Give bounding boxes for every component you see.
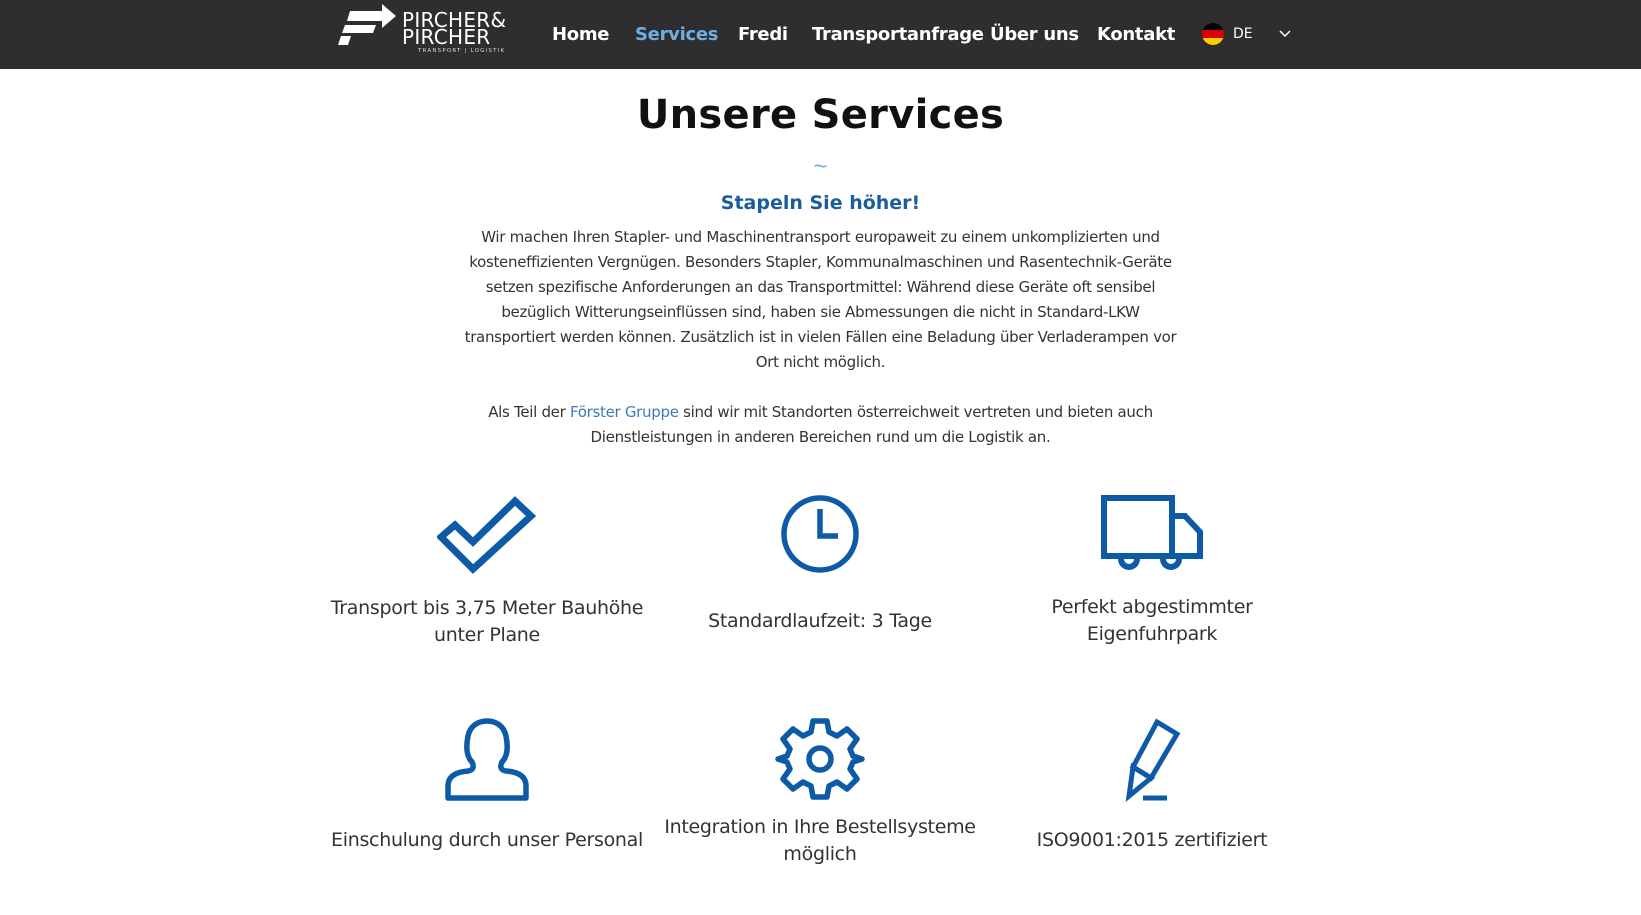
navbar: PIRCHER& PIRCHER TRANSPORT | LOGISTIK Ho… xyxy=(0,0,1641,69)
feature-item: ISO9001:2015 zertifiziert xyxy=(992,716,1312,854)
page-title: Unsere Services xyxy=(636,92,1005,138)
truck-icon xyxy=(1101,495,1203,570)
title-divider: ~ xyxy=(813,153,828,180)
feature-label: Integration in Ihre Bestellsysteme mögli… xyxy=(664,816,976,865)
person-icon xyxy=(445,718,529,801)
paragraph-2-text-start: Als Teil der xyxy=(488,403,570,421)
pencil-icon xyxy=(1125,718,1181,802)
foerster-gruppe-link[interactable]: Förster Gruppe xyxy=(570,403,679,421)
feature-item: Perfekt abgestimmter Eigenfuhrpark xyxy=(992,492,1312,648)
feature-label: Transport bis 3,75 Meter Bauhöhe unter P… xyxy=(330,597,644,646)
feature-item: Integration in Ihre Bestellsysteme mögli… xyxy=(660,716,980,868)
nav-item-home[interactable]: Home xyxy=(552,24,610,45)
language-code: DE xyxy=(1233,26,1253,42)
checkmark-icon xyxy=(437,496,537,574)
feature-item: Standardlaufzeit: 3 Tage xyxy=(660,492,980,635)
nav-item-transportanfrage[interactable]: Transportanfrage xyxy=(812,24,984,45)
logo-tagline: TRANSPORT | LOGISTIK xyxy=(418,48,506,54)
intro-text: Wir machen Ihren Stapler- und Maschinent… xyxy=(460,225,1181,475)
section-subtitle: Stapeln Sie höher! xyxy=(720,192,921,214)
logo-text-line2: PIRCHER xyxy=(402,25,491,49)
feature-label: Einschulung durch unser Personal xyxy=(331,829,643,851)
logo[interactable]: PIRCHER& PIRCHER TRANSPORT | LOGISTIK xyxy=(336,2,506,58)
intro-paragraph-1: Wir machen Ihren Stapler- und Maschinent… xyxy=(464,228,1177,371)
feature-label: Perfekt abgestimmter Eigenfuhrpark xyxy=(1051,596,1253,645)
feature-item: Transport bis 3,75 Meter Bauhöhe unter P… xyxy=(327,492,647,649)
germany-flag-icon xyxy=(1202,23,1224,45)
nav-item-ueber-uns[interactable]: Über uns xyxy=(990,24,1079,45)
chevron-down-icon[interactable] xyxy=(1278,27,1292,41)
gear-icon xyxy=(775,718,865,800)
nav-item-kontakt[interactable]: Kontakt xyxy=(1097,24,1175,45)
clock-icon xyxy=(781,495,859,573)
feature-label: ISO9001:2015 zertifiziert xyxy=(1036,829,1268,851)
feature-item: Einschulung durch unser Personal xyxy=(327,716,647,854)
feature-label: Standardlaufzeit: 3 Tage xyxy=(708,610,932,632)
nav-item-fredi[interactable]: Fredi xyxy=(738,24,788,45)
nav-item-services[interactable]: Services xyxy=(635,24,718,45)
logo-mark-icon xyxy=(338,4,396,45)
intro-paragraph-2: Als Teil der Förster Gruppe sind wir mit… xyxy=(460,400,1181,450)
